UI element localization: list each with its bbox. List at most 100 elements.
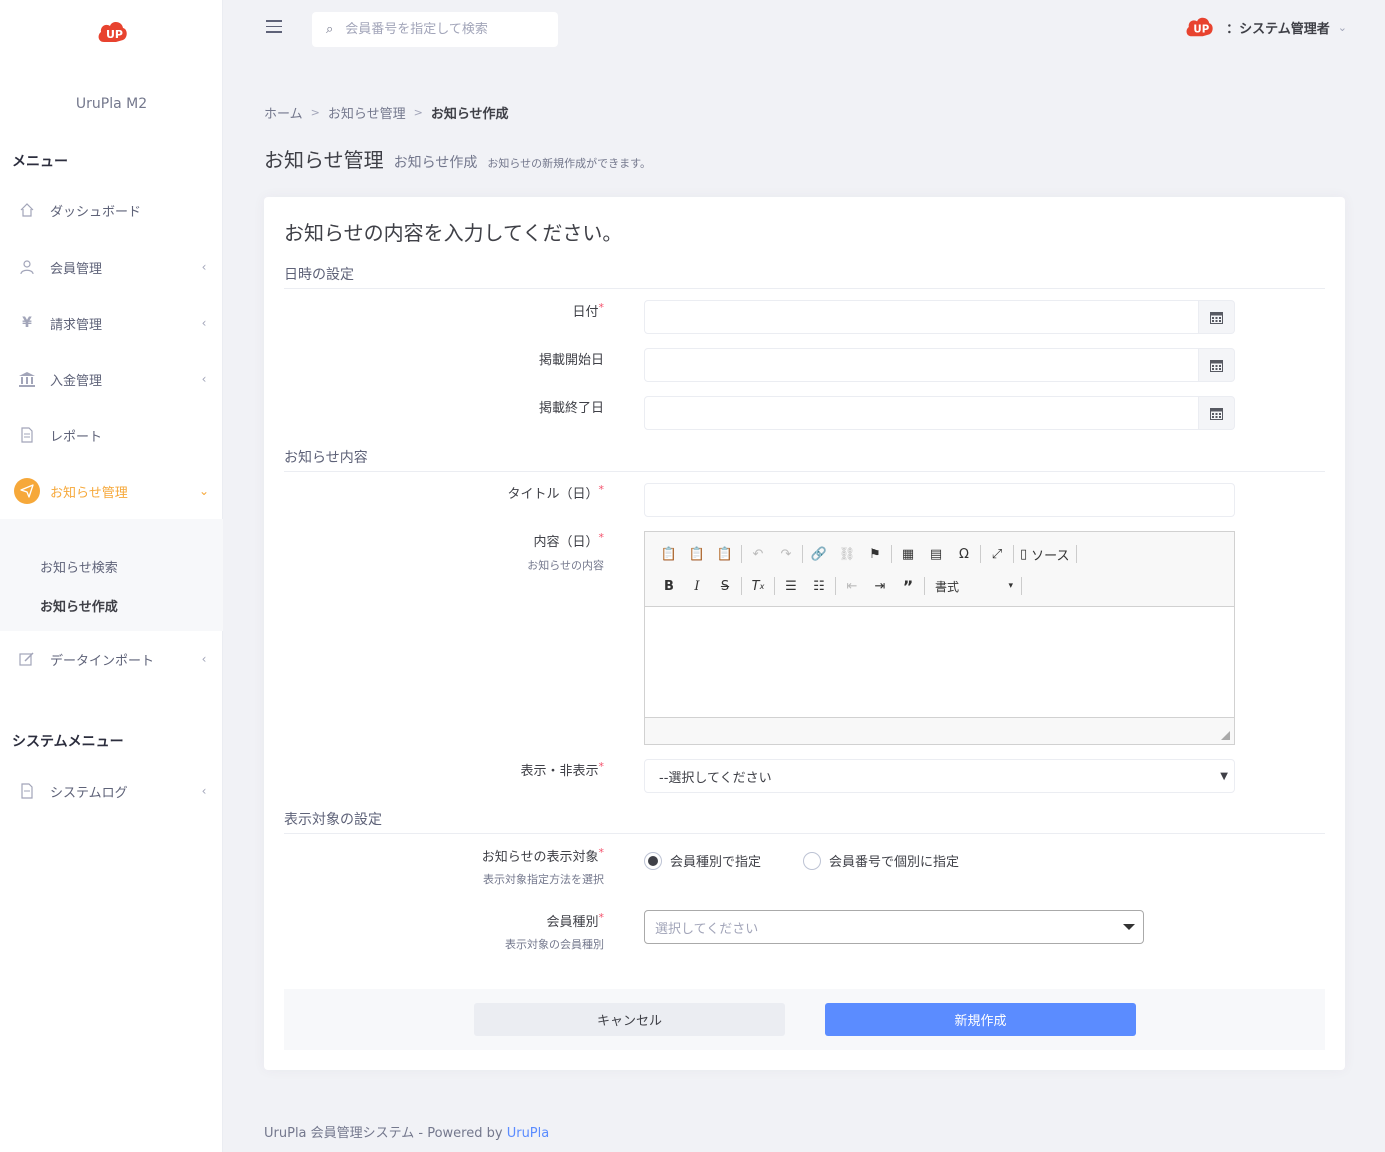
outdent-icon[interactable]: ⇤ [838,574,866,598]
sidebar: UP UruPla M2 メニュー ダッシュボード 会員管理 ‹ ¥ 請求管理 … [0,0,223,1152]
redo-icon[interactable]: ↷ [772,542,800,566]
document-icon [16,424,38,446]
paste-word-icon[interactable]: 📋 [711,542,739,566]
sidebar-item-members[interactable]: 会員管理 ‹ [0,247,223,287]
submenu-item-create[interactable]: お知らせ作成 [40,596,118,615]
source-icon: ▯ [1020,546,1028,562]
editor-content-area[interactable] [645,607,1234,717]
bank-icon [16,368,38,390]
content-label: 内容（日）* [533,531,604,550]
radio-checked-icon [644,851,662,870]
sidebar-item-report[interactable]: レポート [0,415,223,455]
radio-member-type[interactable]: 会員種別で指定 [644,851,761,870]
title-label: タイトル（日）* [507,483,604,502]
page-title: お知らせ管理 [264,148,384,172]
breadcrumb-home[interactable]: ホーム [264,103,303,122]
required-mark: * [598,846,605,859]
end-date-input[interactable] [644,396,1199,430]
page-header: お知らせ管理 お知らせ作成 お知らせの新規作成ができます。 [264,144,651,173]
image-icon[interactable]: ▦ [894,542,922,566]
hamburger-icon[interactable] [266,20,282,34]
breadcrumb-separator: > [310,106,320,119]
target-label-text: お知らせの表示対象 [481,850,599,865]
radio-member-number[interactable]: 会員番号で個別に指定 [803,851,959,870]
footer-link[interactable]: UruPla [507,1126,550,1141]
italic-icon[interactable]: I [683,574,711,598]
blockquote-icon[interactable]: ” [894,574,922,598]
chevron-down-icon: ⌄ [198,484,210,498]
sidebar-item-dashboard[interactable]: ダッシュボード [0,190,223,230]
special-char-icon[interactable]: Ω [950,542,978,566]
submenu-item-search[interactable]: お知らせ検索 [40,557,118,576]
strikethrough-icon[interactable]: S [711,574,739,598]
visibility-value: --選択してください [659,770,772,786]
anchor-flag-icon[interactable]: ⚑ [861,542,889,566]
rich-text-editor: 📋 📋 📋 ↶ ↷ 🔗 ⛓ ⚑ ▦ ▤ Ω ⤢ ▯ ソース B I S T x … [644,531,1235,745]
undo-icon[interactable]: ↶ [744,542,772,566]
search-input[interactable] [345,22,536,37]
breadcrumb: ホーム > お知らせ管理 > お知らせ作成 [264,103,509,122]
logo-icon[interactable]: UP [96,18,128,46]
calendar-icon[interactable] [1199,396,1235,430]
sidebar-item-label: お知らせ管理 [50,485,128,501]
user-avatar-icon: UP [1186,17,1213,37]
visibility-label-text: 表示・非表示 [520,764,599,779]
required-mark: * [598,760,605,773]
section-content: お知らせ内容 [284,447,1325,472]
page-description: お知らせの新規作成ができます。 [487,157,652,170]
link-icon[interactable]: 🔗 [805,542,833,566]
start-date-input[interactable] [644,348,1199,382]
resize-handle-icon[interactable] [1221,731,1230,740]
caret-down-icon [1123,924,1135,930]
create-button[interactable]: 新規作成 [825,1003,1136,1036]
source-button[interactable]: ▯ ソース [1016,545,1074,564]
calendar-icon[interactable] [1199,348,1235,382]
title-input[interactable] [644,483,1235,517]
sidebar-item-label: 会員管理 [50,261,103,277]
required-mark: * [598,301,605,314]
send-icon [14,478,40,504]
date-label: 日付* [572,301,604,320]
remove-format-icon[interactable]: Tx [744,574,772,598]
sidebar-item-label: 請求管理 [50,317,103,333]
visibility-select[interactable]: --選択してください ▼ [644,759,1235,793]
bold-icon[interactable]: B [655,574,683,598]
bullet-list-icon[interactable]: ☷ [805,574,833,598]
paste-text-icon[interactable]: 📋 [683,542,711,566]
sidebar-item-label: 入金管理 [50,373,103,389]
breadcrumb-notices[interactable]: お知らせ管理 [328,103,406,122]
user-menu[interactable]: UP ：システム管理者 ⌄ [1184,14,1347,40]
calendar-icon[interactable] [1199,300,1235,334]
member-type-select[interactable]: 選択してください [644,910,1144,944]
maximize-icon[interactable]: ⤢ [983,542,1011,566]
sidebar-item-payments[interactable]: 入金管理 ‹ [0,359,223,399]
unlink-icon[interactable]: ⛓ [833,542,861,566]
indent-icon[interactable]: ⇥ [866,574,894,598]
sidebar-item-billing[interactable]: ¥ 請求管理 ‹ [0,303,223,343]
sidebar-item-system-log[interactable]: システムログ ‹ [0,771,223,811]
cancel-button[interactable]: キャンセル [474,1003,785,1036]
numbered-list-icon[interactable]: ☰ [777,574,805,598]
source-label: ソース [1031,548,1070,564]
editor-footer [645,717,1234,744]
chevron-left-icon: ‹ [201,652,207,666]
brand-name: UruPla M2 [75,96,148,112]
sidebar-item-import[interactable]: データインポート ‹ [0,639,223,679]
section-datetime: 日時の設定 [284,264,1325,289]
format-label: 書式 [935,579,960,594]
table-icon[interactable]: ▤ [922,542,950,566]
search-box: ⌕ [312,12,558,47]
user-icon [16,256,38,278]
breadcrumb-separator: > [413,106,423,119]
radio-unchecked-icon [803,851,822,870]
chevron-left-icon: ‹ [201,372,207,386]
visibility-label: 表示・非表示* [520,760,604,779]
editor-toolbar: 📋 📋 📋 ↶ ↷ 🔗 ⛓ ⚑ ▦ ▤ Ω ⤢ ▯ ソース B I S T x … [645,532,1234,607]
form-actions: キャンセル 新規作成 [284,989,1325,1050]
menu-title: メニュー [12,154,68,170]
member-type-placeholder: 選択してください [655,921,759,937]
date-input[interactable] [644,300,1199,334]
paste-icon[interactable]: 📋 [655,542,683,566]
sidebar-item-notices[interactable]: お知らせ管理 ⌄ [0,471,223,511]
format-dropdown[interactable]: 書式 ▾ [927,574,1019,598]
